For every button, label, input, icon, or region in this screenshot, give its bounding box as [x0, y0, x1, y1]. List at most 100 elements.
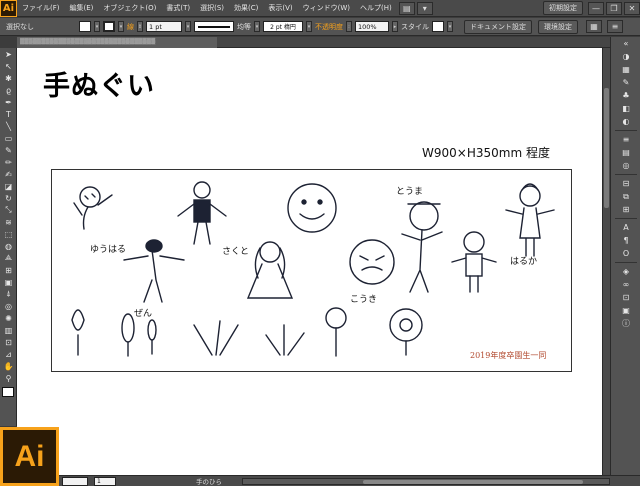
- brush-dropdown-icon[interactable]: ▾: [306, 21, 312, 32]
- pathfinder-icon[interactable]: ⧉: [611, 190, 640, 203]
- mesh-icon[interactable]: ⊞: [0, 264, 17, 276]
- eraser-icon[interactable]: ◪: [0, 180, 17, 192]
- gradient-panel-icon[interactable]: ▤: [611, 146, 640, 159]
- document-settings-button[interactable]: ドキュメント設定: [464, 19, 532, 34]
- type-icon[interactable]: T: [0, 108, 17, 120]
- direct-selection-icon[interactable]: ↖: [0, 60, 17, 72]
- graphic-styles-icon[interactable]: ◧: [611, 102, 640, 115]
- scale-icon[interactable]: ⤡: [0, 204, 17, 216]
- zoom-icon[interactable]: ⚲: [0, 372, 17, 384]
- menu-select[interactable]: 選択(S): [195, 3, 229, 13]
- menu-edit[interactable]: 編集(E): [65, 3, 99, 13]
- blend-icon[interactable]: ◎: [0, 300, 17, 312]
- arrange-icon[interactable]: ▦: [586, 20, 602, 33]
- magic-wand-icon[interactable]: ✱: [0, 72, 17, 84]
- eyedropper-icon[interactable]: ⍋: [0, 288, 17, 300]
- fill-stroke-swatch[interactable]: [2, 387, 14, 397]
- menu-window[interactable]: ウィンドウ(W): [298, 3, 355, 13]
- color-icon[interactable]: ◑: [611, 50, 640, 63]
- stroke-width-field[interactable]: 1 pt: [146, 21, 182, 32]
- horizontal-scroll-thumb[interactable]: [363, 479, 583, 484]
- align-icon[interactable]: ⊟: [611, 177, 640, 190]
- workspace-switcher[interactable]: 初期設定: [543, 1, 583, 15]
- menu-view[interactable]: 表示(V): [263, 3, 297, 13]
- blob-brush-icon[interactable]: ✍: [0, 168, 17, 180]
- panel-menu-icon[interactable]: ≡: [607, 20, 623, 33]
- brush-definition-field[interactable]: 2 pt 楕円: [263, 21, 303, 32]
- stroke-profile-preview[interactable]: [194, 21, 234, 32]
- zoom-field[interactable]: [62, 476, 88, 486]
- style-dropdown-icon[interactable]: ▾: [447, 21, 453, 32]
- layers-icon[interactable]: ◈: [611, 265, 640, 278]
- opentype-icon[interactable]: O: [611, 247, 640, 260]
- fill-dropdown-icon[interactable]: ▾: [94, 21, 100, 32]
- character-icon[interactable]: A: [611, 221, 640, 234]
- opacity-toggle-icon[interactable]: :: [346, 21, 352, 32]
- panel-dock: « ◑ ▦ ✎ ♣ ◧ ◐ ≡ ▤ ◎ ⊟ ⧉ ⊞ A ¶ O ◈ ∞ ⊡ ▣ …: [610, 37, 640, 475]
- close-icon[interactable]: ✕: [624, 1, 640, 15]
- preferences-button[interactable]: 環境設定: [538, 19, 578, 34]
- fill-swatch[interactable]: [79, 21, 91, 32]
- stroke-stepper-icon[interactable]: ⇕: [137, 21, 143, 32]
- symbol-sprayer-icon[interactable]: ✺: [0, 312, 17, 324]
- stroke-icon[interactable]: ≡: [611, 133, 640, 146]
- shape-builder-icon[interactable]: ◍: [0, 240, 17, 252]
- opacity-dropdown-icon[interactable]: ▸: [392, 21, 398, 32]
- arrange-documents-icon[interactable]: ▤: [398, 1, 415, 15]
- symbols-icon[interactable]: ♣: [611, 89, 640, 102]
- line-icon[interactable]: ╲: [0, 120, 17, 132]
- opacity-field[interactable]: 100%: [355, 21, 389, 32]
- opacity-label[interactable]: 不透明度: [315, 22, 343, 32]
- stroke-width-dropdown-icon[interactable]: ▾: [185, 21, 191, 32]
- vertical-scrollbar[interactable]: [602, 48, 610, 475]
- menu-object[interactable]: オブジェクト(O): [98, 3, 161, 13]
- menu-effect[interactable]: 効果(C): [229, 3, 263, 13]
- horizontal-scrollbar[interactable]: [242, 477, 610, 485]
- lasso-icon[interactable]: ϱ: [0, 84, 17, 96]
- artboard-icon[interactable]: ⊡: [0, 336, 17, 348]
- transform-icon[interactable]: ⊞: [611, 203, 640, 216]
- maximize-icon[interactable]: ❐: [606, 1, 622, 15]
- stroke-label[interactable]: 線: [127, 22, 134, 32]
- rectangle-icon[interactable]: ▭: [0, 132, 17, 144]
- info-icon[interactable]: ⓘ: [611, 317, 640, 330]
- rotate-icon[interactable]: ↻: [0, 192, 17, 204]
- warp-icon[interactable]: ≋: [0, 216, 17, 228]
- swatches-icon[interactable]: ▦: [611, 63, 640, 76]
- stroke-profile-dropdown-icon[interactable]: ▾: [254, 21, 260, 32]
- paragraph-icon[interactable]: ¶: [611, 234, 640, 247]
- stroke-dropdown-icon[interactable]: ▾: [118, 21, 124, 32]
- paintbrush-icon[interactable]: ✎: [0, 144, 17, 156]
- appearance-icon[interactable]: ◐: [611, 115, 640, 128]
- kid-label-kouki: こうき: [350, 295, 378, 305]
- menu-bar: Ai ファイル(F) 編集(E) オブジェクト(O) 書式(T) 選択(S) 効…: [0, 0, 640, 17]
- tenugui-artboard[interactable]: ゆうはる さくと こうき とうま はるか ぜん 2019年度卒園生一同: [51, 169, 572, 372]
- links-icon[interactable]: ∞: [611, 278, 640, 291]
- hand-icon[interactable]: ✋: [0, 360, 17, 372]
- bridge-icon[interactable]: ▾: [416, 1, 433, 15]
- vertical-scroll-thumb[interactable]: [604, 88, 609, 208]
- kid-label-yuharu: ゆうはる: [90, 245, 127, 255]
- brushes-icon[interactable]: ✎: [611, 76, 640, 89]
- gradient-icon[interactable]: ▣: [0, 276, 17, 288]
- artboards-panel-icon[interactable]: ⊡: [611, 291, 640, 304]
- selection-icon[interactable]: ➤: [0, 48, 17, 60]
- artboard-navigator[interactable]: 1: [94, 476, 116, 486]
- slice-icon[interactable]: ⊿: [0, 348, 17, 360]
- graph-icon[interactable]: ▥: [0, 324, 17, 336]
- transparency-icon[interactable]: ◎: [611, 159, 640, 172]
- collapse-panels-icon[interactable]: «: [611, 37, 640, 50]
- stroke-swatch[interactable]: [103, 21, 115, 32]
- free-transform-icon[interactable]: ⬚: [0, 228, 17, 240]
- navigator-icon[interactable]: ▣: [611, 304, 640, 317]
- style-swatch[interactable]: [432, 21, 444, 32]
- minimize-icon[interactable]: —: [588, 1, 604, 15]
- pen-icon[interactable]: ✒: [0, 96, 17, 108]
- document-canvas[interactable]: 手ぬぐい W900×H350mm 程度 ゆうはる さくと こうき とうま はるか…: [17, 48, 610, 475]
- document-tab[interactable]: ▒▒▒▒▒▒▒▒▒▒▒▒▒▒▒▒▒▒▒▒▒▒▒▒▒▒▒▒▒▒▒▒: [17, 37, 217, 48]
- menu-help[interactable]: ヘルプ(H): [355, 3, 397, 13]
- perspective-icon[interactable]: ⟁: [0, 252, 17, 264]
- pencil-icon[interactable]: ✏: [0, 156, 17, 168]
- menu-type[interactable]: 書式(T): [161, 3, 195, 13]
- menu-file[interactable]: ファイル(F): [17, 3, 65, 13]
